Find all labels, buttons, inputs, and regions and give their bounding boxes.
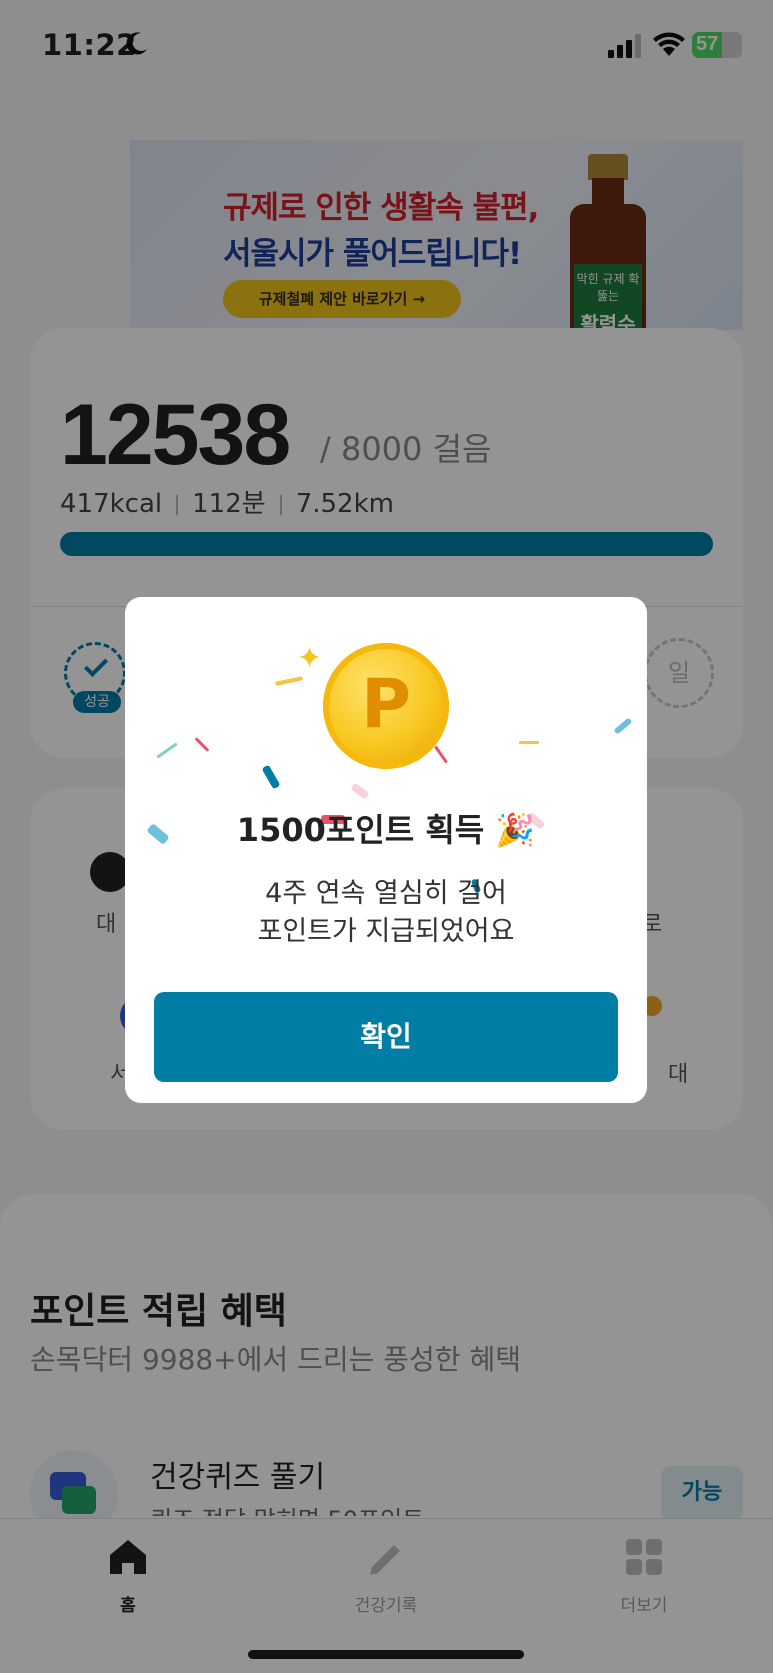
confetti-piece [350, 782, 370, 800]
reward-modal: ✦ P 1500포인트 획득 🎉 4주 연속 열심히 걸어 포인트가 지급되었어… [125, 597, 647, 1103]
coin-letter: P [361, 665, 411, 744]
confirm-button[interactable]: 확인 [154, 992, 618, 1082]
confetti-piece [261, 764, 281, 790]
confetti-piece [156, 742, 178, 759]
point-coin-icon: P [323, 643, 449, 769]
modal-body: 4주 연속 열심히 걸어 포인트가 지급되었어요 [125, 875, 647, 951]
confetti-piece [434, 745, 448, 764]
modal-title: 1500포인트 획득 🎉 [236, 811, 536, 849]
confetti-piece [274, 676, 304, 686]
confetti-piece [519, 741, 539, 744]
modal-body-line1: 4주 연속 열심히 걸어 [265, 878, 507, 909]
confetti-piece [613, 717, 633, 735]
home-indicator [248, 1650, 524, 1659]
confetti-piece [194, 737, 210, 752]
sparkle-icon: ✦ [297, 641, 323, 676]
modal-body-line2: 포인트가 지급되었어요 [257, 916, 515, 947]
